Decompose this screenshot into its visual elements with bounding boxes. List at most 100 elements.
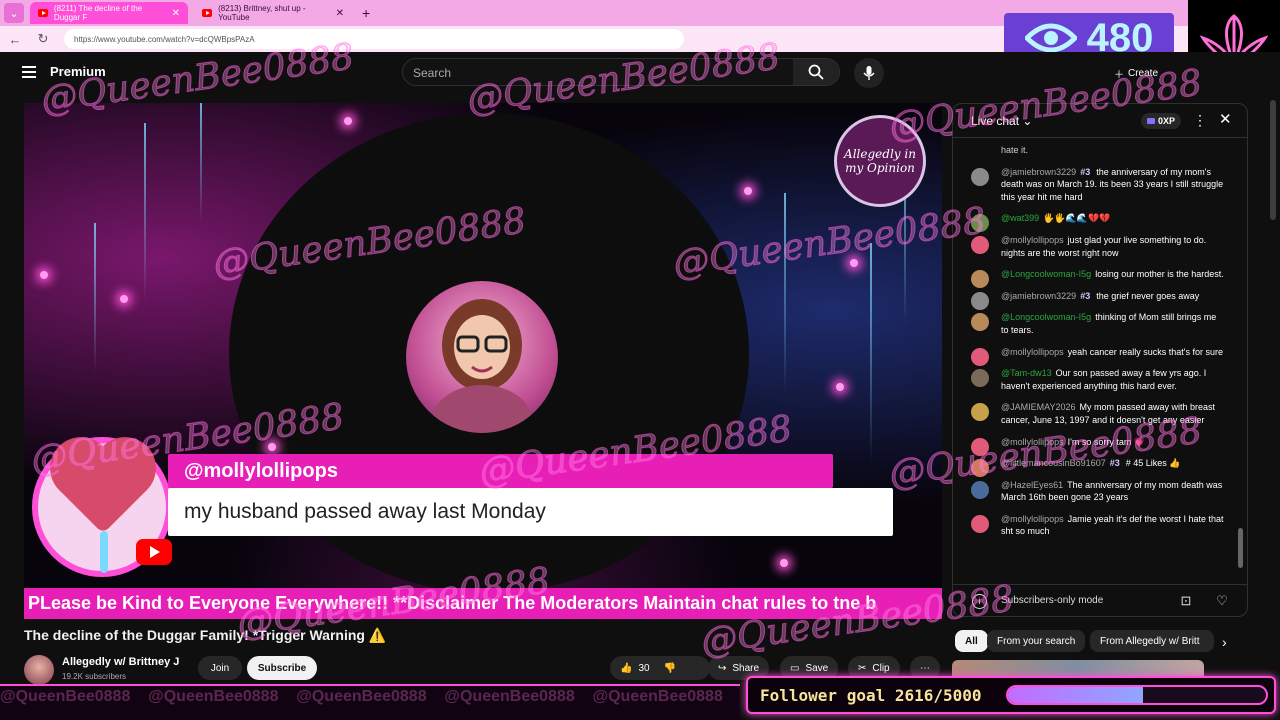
url-field[interactable]: https://www.youtube.com/watch?v=dcQWBpsP… — [64, 29, 684, 49]
chat-message[interactable]: @Longcoolwoman-I5g thinking of Mom still … — [953, 306, 1237, 340]
chat-message[interactable]: @mollylollipops I'm so sorry tam 💗 — [953, 431, 1237, 456]
chat-avatar[interactable] — [971, 167, 989, 186]
chat-author[interactable]: @jamiebrown3229 — [1001, 167, 1076, 177]
video-title-text: The decline of the Duggar Family! *Trigg… — [24, 627, 365, 643]
chevron-right-icon[interactable]: › — [1222, 634, 1227, 650]
search-icon — [808, 64, 824, 80]
subscribe-button[interactable]: Subscribe — [247, 656, 317, 680]
youtube-logo[interactable]: Premium — [50, 64, 106, 79]
chat-author[interactable]: @mollylollipops — [1001, 347, 1064, 357]
chip-all[interactable]: All — [955, 630, 988, 652]
chat-author[interactable]: @Longcoolwoman-I5g — [1001, 269, 1091, 279]
heart-outline-icon[interactable]: ♡ — [1213, 593, 1231, 611]
chat-message[interactable]: @jamiebrown3229 #3 the grief never goes aw… — [953, 285, 1237, 310]
chip-from-channel[interactable]: From Allegedly w/ Britt — [1090, 630, 1214, 652]
lollipop-stick — [100, 531, 108, 573]
plus-icon: ＋ — [1114, 69, 1124, 81]
channel-avatar[interactable] — [24, 655, 54, 685]
eye-icon — [1024, 23, 1077, 53]
youtube-favicon-icon — [38, 9, 48, 17]
subscriber-count: 19.2K subscribers — [62, 672, 127, 681]
join-button[interactable]: Join — [198, 656, 242, 680]
chat-footer: i Subscribers-only mode ⊡ ♡ — [953, 584, 1247, 616]
chat-menu-icon[interactable]: ⋮ — [1193, 112, 1207, 129]
chat-author[interactable]: @Longcoolwoman-I5g — [1001, 312, 1091, 322]
chat-message[interactable]: @JAMIEMAY2026 My mom passed away with bre… — [953, 396, 1237, 430]
clip-label: Clip — [872, 662, 890, 674]
chat-author[interactable]: @wat399 — [1001, 213, 1039, 223]
streamer-avatar — [406, 281, 558, 433]
chat-author[interactable]: @mollylollipops — [1001, 514, 1064, 524]
chat-fragment: hate it. — [1001, 145, 1029, 155]
voice-search-button[interactable] — [854, 58, 884, 88]
search-button[interactable] — [793, 59, 839, 85]
scrollbar-thumb[interactable] — [1238, 528, 1243, 568]
chat-message[interactable]: @HazelEyes61 The anniversary of my mom de… — [953, 474, 1237, 508]
light-streak — [784, 193, 786, 393]
subscribers-only-label: Subscribers-only mode — [1001, 595, 1104, 606]
chat-avatar[interactable] — [971, 235, 989, 254]
chat-rank-badge: #3 — [1080, 290, 1091, 301]
chat-avatar[interactable] — [971, 480, 989, 499]
chat-author[interactable]: @JAMIEMAY2026 — [1001, 402, 1076, 412]
live-chat-panel: Live chat ⌄ 0XP ⋮ ✕ hate it. @jamiebrown… — [952, 103, 1248, 617]
create-button[interactable]: ＋ Create — [1106, 60, 1166, 86]
chat-author[interactable]: @mollylollipops — [1001, 437, 1064, 447]
warning-icon: ⚠️ — [368, 627, 387, 643]
chat-message[interactable]: @mollylollipops Jamie yeah it's def the w… — [953, 508, 1237, 542]
chat-author[interactable]: @littlemancousinBo91607 — [1001, 458, 1106, 468]
more-horizontal-icon: ⋯ — [920, 662, 930, 674]
light-streak — [94, 223, 96, 373]
tab-close-icon[interactable]: ✕ — [172, 8, 180, 19]
chip-from-your-search[interactable]: From your search — [987, 630, 1086, 652]
sparkle — [120, 295, 128, 303]
new-tab-icon[interactable]: + — [362, 5, 370, 21]
xp-badge[interactable]: 0XP — [1141, 113, 1182, 129]
watermark-text: @QueenBee0888 — [444, 688, 575, 705]
chat-text: I'm so sorry tam 💗 — [1067, 436, 1146, 447]
chat-avatar[interactable] — [971, 369, 989, 388]
chat-author[interactable]: @HazelEyes61 — [1001, 480, 1063, 490]
menu-icon[interactable] — [22, 66, 36, 78]
page-scrollbar[interactable] — [1270, 100, 1276, 220]
browser-tab[interactable]: (8213) Brittney, shut up - YouTube ✕ — [194, 2, 352, 24]
chat-title[interactable]: Live chat ⌄ — [971, 114, 1032, 128]
donate-icon[interactable]: ⊡ — [1177, 593, 1195, 611]
back-icon[interactable]: ← — [8, 32, 22, 47]
like-count: 30 — [638, 662, 650, 674]
chat-text: losing our mother is the hardest. — [1095, 269, 1224, 280]
bottom-watermark-strip: @QueenBee0888 @QueenBee0888 @QueenBee088… — [0, 688, 723, 706]
chat-message[interactable]: @Longcoolwoman-I5g losing our mother is t… — [953, 263, 1237, 289]
tab-close-icon[interactable]: ✕ — [336, 8, 344, 19]
follower-goal-label: Follower goal 2616/5000 — [760, 686, 982, 705]
chat-scrollbar[interactable] — [1238, 148, 1243, 568]
chat-message[interactable]: @mollylollipops just glad your live somet… — [953, 229, 1237, 263]
ticker-banner: PLease be Kind to Everyone Everywhere!! … — [24, 588, 942, 619]
chat-text: the grief never goes away — [1096, 290, 1200, 301]
light-streak — [144, 123, 146, 303]
chat-avatar[interactable] — [971, 313, 989, 332]
channel-name[interactable]: Allegedly w/ Brittney J — [62, 656, 179, 668]
reload-icon[interactable]: ↻ — [36, 31, 50, 47]
follower-goal-overlay: Follower goal 2616/5000 — [746, 676, 1276, 714]
close-icon[interactable]: ✕ — [1219, 110, 1232, 128]
chat-message[interactable]: @Tam-dw13 Our son passed away a few yrs a… — [953, 362, 1237, 396]
browser-tab-active[interactable]: (8211) The decline of the Duggar F ✕ — [30, 2, 188, 24]
chat-message[interactable]: @jamiebrown3229 #3 the anniversary of my m… — [953, 161, 1237, 208]
info-icon[interactable]: i — [972, 594, 987, 609]
chat-author[interactable]: @jamiebrown3229 — [1001, 291, 1076, 301]
watermark-text: @QueenBee0888 — [296, 688, 427, 705]
chat-message[interactable]: @littlemancousinBo91607 #3 # 45 Likes 👍 — [953, 452, 1237, 478]
video-player[interactable]: Allegedly in my Opinion @mollylollipops … — [24, 103, 942, 619]
search-input[interactable] — [413, 65, 783, 81]
chat-message[interactable]: @mollylollipops yeah cancer really sucks … — [953, 341, 1237, 366]
thumbs-down-icon[interactable]: 👎 — [664, 663, 676, 674]
tab-search-dropdown[interactable]: ⌄ — [4, 3, 24, 23]
chat-message[interactable]: @wat399 🖐🖐🌊🌊💔💔 — [953, 207, 1237, 233]
like-button[interactable]: 👍 30 👎 — [610, 656, 710, 680]
chat-author[interactable]: @mollylollipops — [1001, 235, 1064, 245]
chat-avatar[interactable] — [971, 514, 989, 533]
chat-avatar[interactable] — [971, 403, 989, 422]
watermark-text: @QueenBee0888 — [592, 688, 723, 705]
chat-author[interactable]: @Tam-dw13 — [1001, 368, 1052, 378]
